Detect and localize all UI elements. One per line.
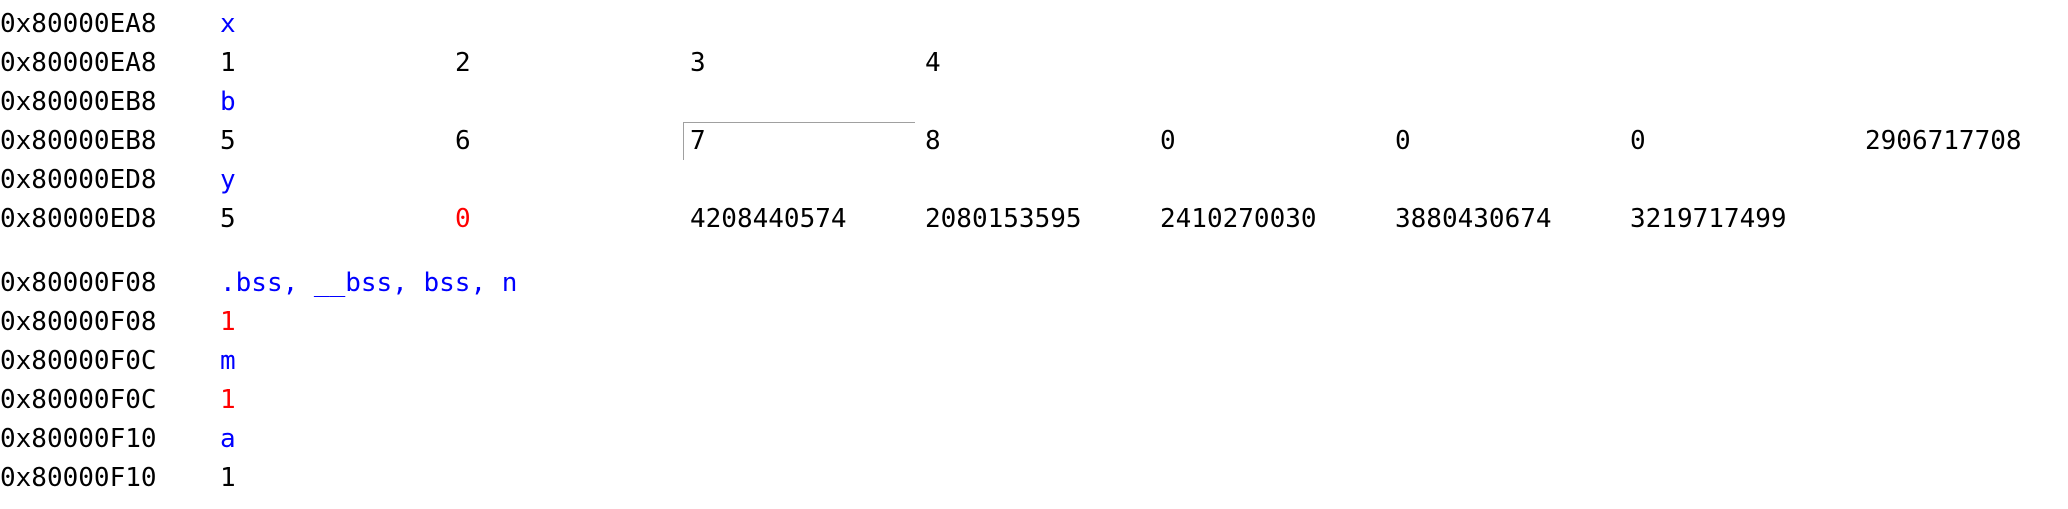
memory-cell-changed[interactable]: 1 [220,381,236,419]
memory-cell[interactable]: 3 [690,44,706,82]
memory-cell[interactable]: 6 [455,122,471,160]
address: 0x80000EA8 [0,9,157,39]
memory-cell[interactable]: 1 [220,44,236,82]
selected-cell-outline [683,122,915,160]
symbol-name: b [220,87,236,117]
memory-cell-changed[interactable]: 1 [220,303,236,341]
address: 0x80000EA8 [0,48,157,78]
memory-cell[interactable]: 3219717499 [1630,200,1787,238]
memory-cell[interactable]: 2906717708 [1865,122,2022,160]
address: 0x80000F08 [0,307,157,337]
memory-cell[interactable]: 0 [1160,122,1176,160]
memory-cell[interactable]: 5 [220,122,236,160]
memory-view[interactable]: 0x80000EA8 x 0x80000EA8 1 2 3 4 0x80000E… [0,0,2068,509]
memory-cell[interactable]: 0 [1630,122,1646,160]
address: 0x80000ED8 [0,165,157,195]
memory-cell[interactable]: 3880430674 [1395,200,1552,238]
address: 0x80000F10 [0,424,157,454]
address: 0x80000EB8 [0,87,157,117]
address: 0x80000F08 [0,268,157,298]
symbol-name: a [220,424,236,454]
memory-cell[interactable]: 4208440574 [690,200,847,238]
address: 0x80000F10 [0,463,157,493]
memory-cell[interactable]: 5 [220,200,236,238]
memory-cell[interactable]: 4 [925,44,941,82]
memory-cell[interactable]: 1 [220,459,236,497]
symbol-name: m [220,346,236,376]
symbol-name: .bss, __bss, bss, n [220,268,518,298]
address: 0x80000F0C [0,385,157,415]
memory-cell[interactable]: 2080153595 [925,200,1082,238]
memory-cell[interactable]: 2 [455,44,471,82]
address: 0x80000ED8 [0,204,157,234]
address: 0x80000F0C [0,346,157,376]
address: 0x80000EB8 [0,126,157,156]
memory-cell-selected[interactable]: 7 [690,122,706,160]
symbol-name: y [220,165,236,195]
memory-cell[interactable]: 2410270030 [1160,200,1317,238]
memory-cell[interactable]: 0 [1395,122,1411,160]
memory-cell[interactable]: 8 [925,122,941,160]
memory-cell-changed[interactable]: 0 [455,200,471,238]
symbol-name: x [220,9,236,39]
